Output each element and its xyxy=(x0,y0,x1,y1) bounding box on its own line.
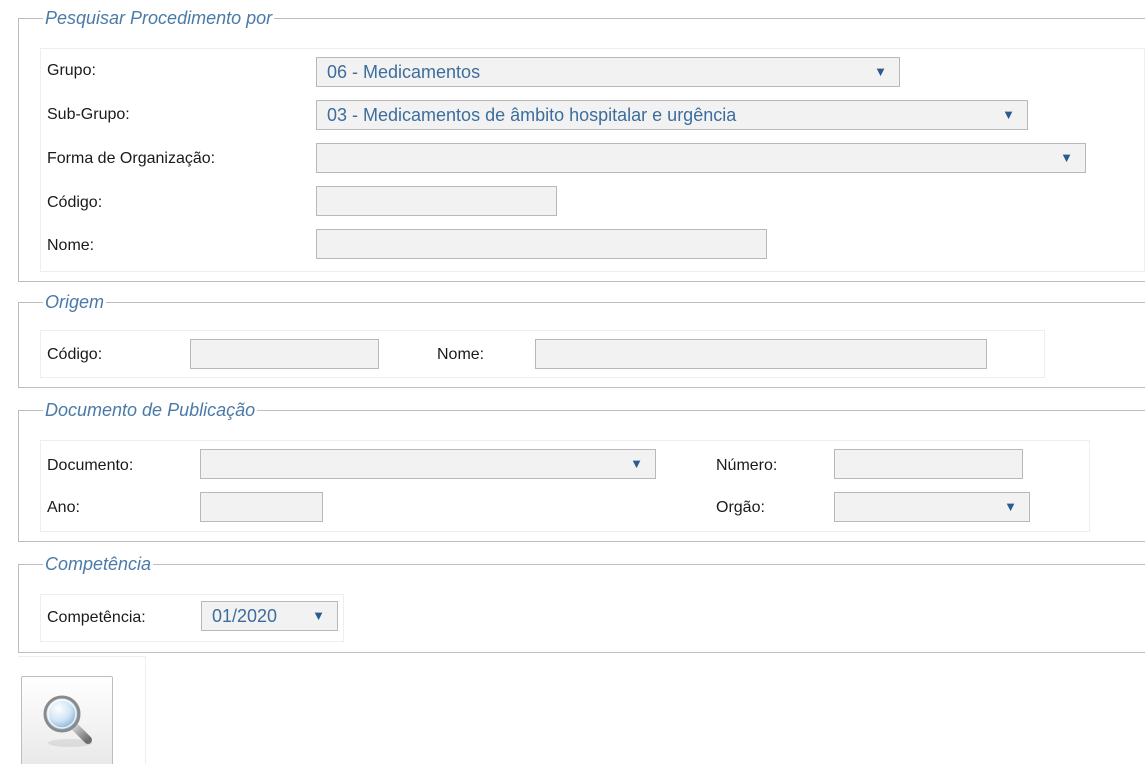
chevron-down-icon: ▼ xyxy=(1002,107,1015,122)
chevron-down-icon: ▼ xyxy=(1004,499,1017,514)
orgao-label: Orgão: xyxy=(716,499,765,516)
button-area-divider xyxy=(18,656,146,657)
codigo-input[interactable] xyxy=(316,186,557,216)
pesquisar-procedimento-legend: Pesquisar Procedimento por xyxy=(45,8,273,28)
ano-input[interactable] xyxy=(200,492,323,522)
chevron-down-icon: ▼ xyxy=(312,608,325,623)
origem-nome-label: Nome: xyxy=(437,346,485,363)
nome-input[interactable] xyxy=(316,229,767,259)
competencia-label: Competência: xyxy=(47,609,146,626)
procedure-search-form: Pesquisar Procedimento por Grupo: 06 - M… xyxy=(0,0,1145,764)
documento-publicacao-legend: Documento de Publicação xyxy=(45,400,256,420)
subgrupo-select-value: 03 - Medicamentos de âmbito hospitalar e… xyxy=(327,105,737,125)
grupo-select[interactable]: 06 - Medicamentos ▼ xyxy=(316,57,900,87)
ano-label: Ano: xyxy=(47,499,80,516)
numero-label: Número: xyxy=(716,457,778,474)
numero-input[interactable] xyxy=(834,449,1023,479)
codigo-label: Código: xyxy=(47,194,103,211)
forma-organizacao-label: Forma de Organização: xyxy=(47,150,216,167)
grupo-select-value: 06 - Medicamentos xyxy=(327,62,481,82)
origem-legend: Origem xyxy=(45,292,105,312)
orgao-select[interactable]: ▼ xyxy=(834,492,1030,522)
subgrupo-label: Sub-Grupo: xyxy=(47,106,130,123)
competencia-select[interactable]: 01/2020 ▼ xyxy=(201,601,338,631)
chevron-down-icon: ▼ xyxy=(1060,150,1073,165)
search-button[interactable] xyxy=(21,676,113,764)
forma-organizacao-select[interactable]: ▼ xyxy=(316,143,1086,173)
nome-label: Nome: xyxy=(47,237,95,254)
documento-label: Documento: xyxy=(47,457,134,474)
competencia-legend: Competência xyxy=(45,554,152,574)
origem-codigo-input[interactable] xyxy=(190,339,379,369)
subgrupo-select[interactable]: 03 - Medicamentos de âmbito hospitalar e… xyxy=(316,100,1028,130)
origem-codigo-label: Código: xyxy=(47,346,103,363)
grupo-label: Grupo: xyxy=(47,62,96,79)
magnifier-icon xyxy=(43,695,92,747)
competencia-select-value: 01/2020 xyxy=(212,606,278,626)
chevron-down-icon: ▼ xyxy=(630,456,643,471)
documento-select[interactable]: ▼ xyxy=(200,449,656,479)
origem-nome-input[interactable] xyxy=(535,339,987,369)
chevron-down-icon: ▼ xyxy=(874,64,887,79)
button-area-divider xyxy=(145,656,146,764)
